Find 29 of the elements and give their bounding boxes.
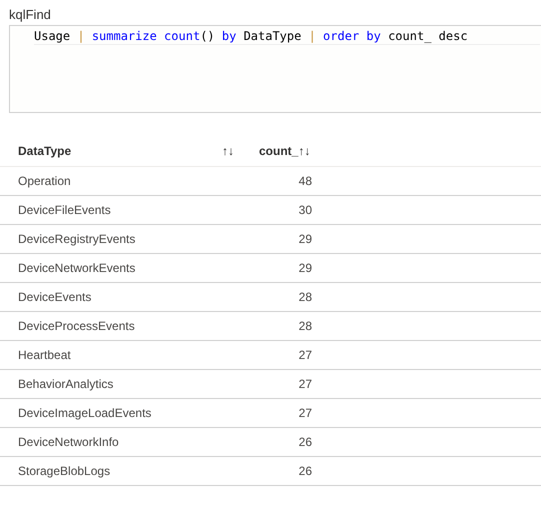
table-cell-text: 26 — [298, 434, 312, 451]
table-cell-text: DeviceEvents — [17, 289, 92, 306]
table-cell-text: DeviceFileEvents — [17, 202, 112, 219]
table-cell-text: Heartbeat — [17, 347, 72, 364]
table-cell-text: 28 — [298, 318, 312, 335]
table-cell-text: DeviceProcessEvents — [17, 318, 136, 335]
table-cell-text: 48 — [298, 173, 312, 190]
table-cell-text: DeviceRegistryEvents — [17, 231, 136, 248]
column-header[interactable]: DataType — [18, 142, 72, 160]
code-line: Usage | summarize count() by DataType | order by count_ desc — [34, 28, 540, 45]
query-editor[interactable]: Usage | summarize count() by DataType | order by count_ desc — [9, 25, 541, 113]
table-cell-text: 29 — [298, 260, 312, 277]
table-cell-text: 30 — [298, 202, 312, 219]
table-cell-text: 28 — [298, 289, 312, 306]
table-cell-text: Operation — [17, 173, 72, 190]
table-cell-text: 27 — [298, 347, 312, 364]
table-cell-text: 29 — [298, 231, 312, 248]
table-cell-text: 27 — [298, 405, 312, 422]
column-header[interactable]: count_ — [259, 142, 298, 160]
query-title: kqlFind — [9, 7, 52, 23]
sort-icon[interactable]: ↑↓ — [298, 142, 310, 160]
table-cell-text: BehaviorAnalytics — [17, 376, 114, 393]
table-cell-text: 27 — [298, 376, 312, 393]
table-cell-text: DeviceNetworkInfo — [17, 434, 120, 451]
table-cell-text: StorageBlobLogs — [17, 463, 112, 480]
table-cell-text: DeviceImageLoadEvents — [17, 405, 152, 422]
sort-icon[interactable]: ↑↓ — [222, 142, 234, 160]
table-cell-text: 26 — [298, 463, 312, 480]
table-cell-text: DeviceNetworkEvents — [17, 260, 136, 277]
